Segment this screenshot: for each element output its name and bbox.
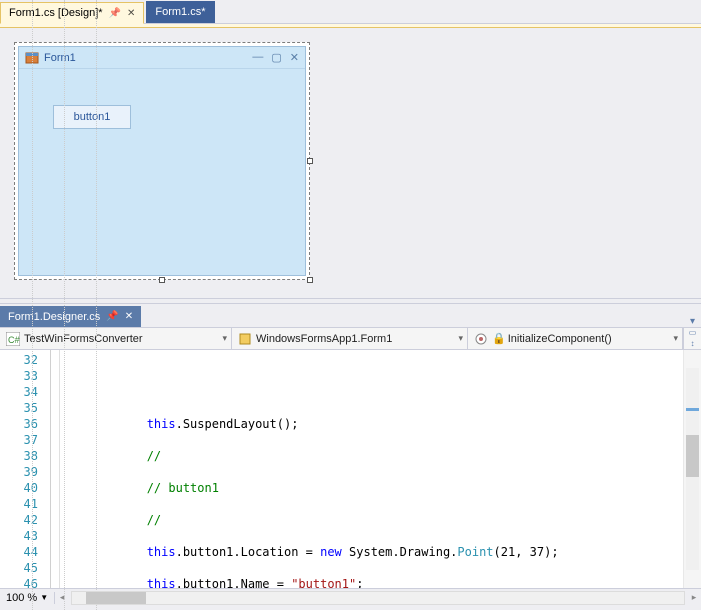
nav-method-dropdown[interactable]: 🔒 InitializeComponent() ▾ (468, 328, 683, 349)
expand-icon[interactable]: ↕ (684, 339, 701, 350)
close-icon[interactable]: ✕ (125, 311, 133, 322)
code-editor[interactable]: 323334353637383940414243444546 this.Susp… (0, 350, 701, 588)
scrollbar-thumb[interactable] (686, 435, 699, 477)
form-titlebar: Form1 — ▢ ✕ (19, 47, 305, 69)
editor-status-bar: 100 % ▼ ◂ ▸ (0, 588, 701, 606)
scroll-right-icon[interactable]: ▸ (687, 592, 701, 603)
tab-label: Form1.cs [Design]* (9, 7, 103, 19)
resize-handle-south[interactable] (159, 277, 165, 283)
tab-label: Form1.Designer.cs (8, 311, 100, 323)
lower-document-tabs: Form1.Designer.cs 📌 ✕ ▾ (0, 304, 701, 328)
chevron-down-icon: ▾ (222, 333, 227, 344)
form-body[interactable]: button1 (19, 69, 305, 275)
svg-text:C#: C# (8, 335, 20, 345)
code-text[interactable]: this.SuspendLayout(); // // button1 // t… (60, 350, 683, 588)
vertical-scrollbar[interactable] (683, 350, 701, 588)
document-tabs: Form1.cs [Design]* 📌 ✕ Form1.cs* (0, 0, 701, 24)
method-icon (474, 332, 488, 346)
line-number-gutter: 323334353637383940414243444546 (0, 350, 46, 588)
code-navigation-bar: C# TestWinFormsConverter ▾ WindowsFormsA… (0, 328, 701, 350)
tab-designer-cs[interactable]: Form1.Designer.cs 📌 ✕ (0, 306, 141, 327)
nav-project-dropdown[interactable]: C# TestWinFormsConverter ▾ (0, 328, 232, 349)
close-icon[interactable]: ✕ (127, 8, 135, 19)
tab-label: Form1.cs* (155, 6, 205, 18)
horizontal-scrollbar[interactable] (71, 591, 685, 605)
chevron-down-icon: ▼ (40, 593, 48, 602)
close-icon: ✕ (290, 51, 299, 64)
resize-handle-east[interactable] (307, 158, 313, 164)
tab-code[interactable]: Form1.cs* (146, 1, 214, 23)
nav-project-label: TestWinFormsConverter (24, 333, 143, 345)
window-buttons: — ▢ ✕ (252, 51, 299, 64)
zoom-dropdown[interactable]: 100 % ▼ (0, 592, 55, 604)
nav-class-dropdown[interactable]: WindowsFormsApp1.Form1 ▾ (232, 328, 468, 349)
scrollbar-thumb[interactable] (86, 592, 146, 604)
chevron-down-icon: ▾ (458, 333, 463, 344)
csharp-icon: C# (6, 332, 20, 346)
resize-handle-southeast[interactable] (307, 277, 313, 283)
form-title: Form1 (44, 52, 252, 64)
method-prefix-icon: 🔒 (492, 332, 506, 345)
nav-class-label: WindowsFormsApp1.Form1 (256, 333, 392, 345)
class-icon (238, 332, 252, 346)
tab-overflow-icon[interactable]: ▾ (684, 316, 701, 327)
outlining-margin[interactable] (46, 350, 60, 588)
pin-icon[interactable]: 📌 (109, 8, 121, 19)
chevron-down-icon: ▾ (673, 333, 678, 344)
minimize-icon: — (252, 51, 263, 64)
tab-design[interactable]: Form1.cs [Design]* 📌 ✕ (0, 2, 144, 24)
form-selection-outline[interactable]: Form1 — ▢ ✕ button1 (14, 42, 310, 280)
nav-method-label: InitializeComponent() (508, 333, 612, 345)
pin-icon[interactable]: 📌 (106, 311, 118, 322)
form-preview[interactable]: Form1 — ▢ ✕ button1 (18, 46, 306, 276)
scroll-left-icon[interactable]: ◂ (55, 592, 69, 603)
maximize-icon: ▢ (271, 51, 281, 64)
form-designer-surface[interactable]: Form1 — ▢ ✕ button1 (0, 28, 701, 298)
split-horizontal-icon[interactable]: ▭ (684, 328, 701, 339)
split-buttons: ▭ ↕ (683, 328, 701, 349)
